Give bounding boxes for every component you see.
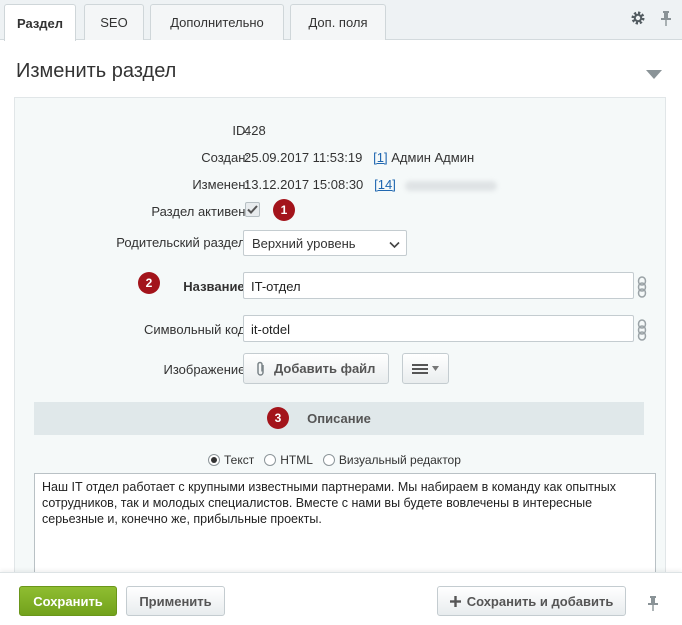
checkmark-icon — [247, 205, 258, 214]
created-user-name: Админ Админ — [391, 150, 475, 165]
code-input[interactable]: it-otdel — [243, 315, 634, 342]
form-panel: ID: 428 Создан: 25.09.2017 11:53:19 [1] … — [14, 97, 666, 578]
active-row: Раздел активен: 1 — [15, 199, 665, 223]
tab-additional[interactable]: Дополнительно — [150, 4, 284, 40]
tab-bar: Раздел SEO Дополнительно Доп. поля — [0, 0, 682, 41]
radio-label: HTML — [280, 453, 313, 467]
pin-icon[interactable] — [647, 595, 659, 614]
add-file-button[interactable]: Добавить файл — [243, 353, 389, 384]
created-user-link[interactable]: [1] — [373, 150, 387, 165]
apply-button[interactable]: Применить — [126, 586, 225, 616]
radio-visual-editor[interactable]: Визуальный редактор — [322, 453, 461, 467]
tab-seo[interactable]: SEO — [84, 4, 144, 40]
modified-user-link[interactable]: [14] — [374, 177, 396, 192]
tab-label: Раздел — [16, 15, 64, 31]
created-label: Создан: — [201, 150, 249, 165]
pin-icon[interactable] — [660, 10, 672, 26]
hamburger-icon — [412, 363, 428, 374]
name-row: 2 Название: IT-отдел — [15, 272, 665, 300]
gear-icon[interactable] — [630, 10, 646, 26]
paperclip-icon — [257, 361, 264, 376]
code-label: Символьный код: — [143, 322, 249, 337]
file-menu-button[interactable] — [402, 353, 449, 384]
plus-icon — [449, 595, 461, 607]
chevron-down-icon — [389, 237, 400, 252]
parent-select-value: Верхний уровень — [252, 236, 356, 251]
save-and-add-label: Сохранить и добавить — [466, 593, 614, 609]
radio-button[interactable] — [208, 454, 220, 466]
modified-date: 13.12.2017 15:08:30 — [244, 177, 364, 192]
footer-toolbar: Сохранить Применить Сохранить и добавить — [0, 572, 682, 625]
badge-2: 2 — [138, 272, 160, 294]
created-row: Создан: 25.09.2017 11:53:19 [1] Админ Ад… — [15, 145, 665, 169]
modified-row: Изменен: 13.12.2017 15:08:30 [14] — [15, 172, 665, 196]
radio-button[interactable] — [264, 454, 277, 466]
image-label: Изображение: — [163, 362, 249, 377]
radio-label: Визуальный редактор — [338, 453, 461, 467]
created-date: 25.09.2017 11:53:19 — [244, 150, 363, 165]
created-value: 25.09.2017 11:53:19 [1] Админ Админ — [244, 150, 474, 165]
modified-value: 13.12.2017 15:08:30 [14] — [244, 177, 498, 192]
radio-text[interactable]: Текст — [208, 453, 254, 467]
tab-extra-fields[interactable]: Доп. поля — [290, 4, 386, 40]
tab-label: SEO — [100, 15, 128, 30]
parent-select[interactable]: Верхний уровень — [243, 230, 407, 256]
tab-section[interactable]: Раздел — [4, 4, 76, 41]
badge-3: 3 — [267, 407, 289, 429]
badge-1: 1 — [273, 199, 295, 221]
id-value: 428 — [244, 123, 266, 138]
collapse-triangle-icon[interactable] — [646, 67, 662, 82]
description-title: Описание — [307, 411, 371, 426]
id-row: ID: 428 — [15, 118, 665, 142]
radio-html[interactable]: HTML — [264, 453, 313, 467]
save-and-add-button[interactable]: Сохранить и добавить — [437, 586, 626, 616]
blurred-user-name — [405, 180, 498, 191]
parent-label: Родительский раздел: — [116, 235, 249, 250]
caret-down-icon — [432, 366, 439, 371]
chain-link-icon[interactable] — [637, 276, 647, 301]
active-checkbox[interactable] — [245, 202, 260, 217]
tab-label: Доп. поля — [308, 15, 368, 30]
radio-button[interactable] — [322, 454, 335, 466]
radio-label: Текст — [224, 453, 255, 467]
save-button[interactable]: Сохранить — [19, 586, 117, 616]
name-label: Название: — [183, 279, 249, 294]
tab-label: Дополнительно — [170, 15, 264, 30]
page-title: Изменить раздел — [16, 60, 177, 82]
image-row: Изображение: Добавить файл — [15, 353, 665, 385]
description-mode-group: Текст HTML Визуальный редактор — [208, 453, 461, 467]
chain-link-icon[interactable] — [637, 319, 647, 344]
description-textarea[interactable]: Наш IT отдел работает с крупными известн… — [34, 473, 656, 578]
add-file-label: Добавить файл — [274, 361, 376, 376]
modified-label: Изменен: — [192, 177, 249, 192]
active-label: Раздел активен: — [151, 204, 249, 219]
parent-row: Родительский раздел: Верхний уровень — [15, 230, 665, 257]
description-section-header[interactable]: 3 Описание — [34, 402, 644, 435]
code-row: Символьный код: it-otdel — [15, 315, 665, 343]
name-input[interactable]: IT-отдел — [243, 272, 634, 299]
